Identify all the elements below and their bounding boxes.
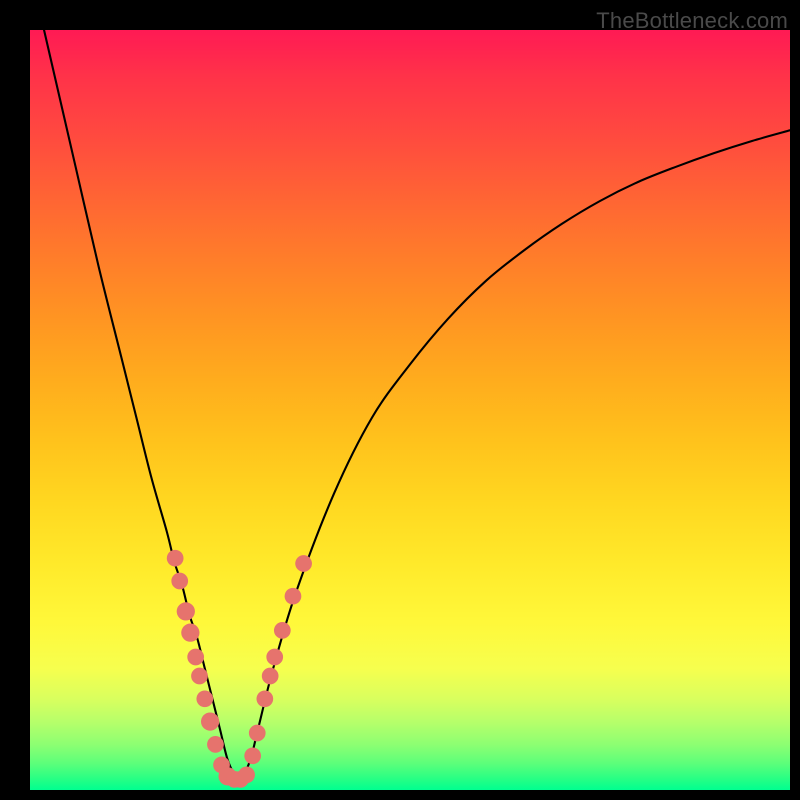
data-point (201, 712, 219, 730)
data-point (171, 573, 188, 590)
data-point (196, 690, 213, 707)
data-point (187, 649, 204, 666)
chart-container: TheBottleneck.com (0, 0, 800, 800)
plot-area (30, 30, 790, 790)
data-point (274, 622, 291, 639)
watermark-text: TheBottleneck.com (596, 8, 788, 34)
data-point (244, 747, 261, 764)
data-point (285, 588, 302, 605)
data-markers (167, 550, 312, 788)
data-point (266, 649, 283, 666)
data-point (181, 624, 199, 642)
data-point (295, 555, 312, 572)
data-point (167, 550, 184, 567)
curve-svg (30, 30, 790, 790)
data-point (249, 725, 266, 742)
data-point (256, 690, 273, 707)
data-point (177, 602, 195, 620)
bottleneck-curve (30, 30, 790, 777)
data-point (238, 766, 255, 783)
data-point (207, 736, 224, 753)
data-point (191, 668, 208, 685)
data-point (262, 668, 279, 685)
